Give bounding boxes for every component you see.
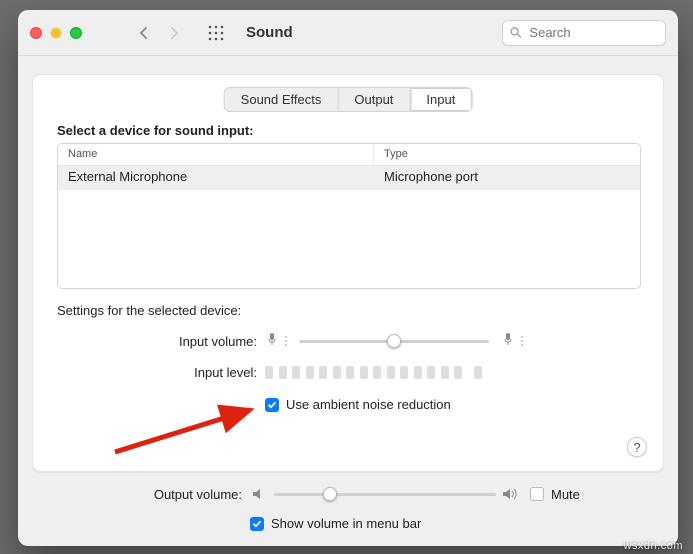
window-controls	[30, 27, 82, 39]
zoom-button[interactable]	[70, 27, 82, 39]
mute-checkbox[interactable]	[530, 487, 544, 501]
back-button[interactable]	[132, 21, 156, 45]
mic-high-icon	[501, 332, 515, 350]
titlebar: Sound	[18, 10, 678, 56]
input-level-label: Input level:	[33, 365, 265, 380]
output-volume-slider[interactable]	[274, 484, 496, 504]
input-level-meter	[265, 366, 482, 379]
system-preferences-window: Sound Sound Effects Output Input Select …	[18, 10, 678, 546]
device-name: External Microphone	[58, 166, 374, 190]
watermark: wsxdn.com	[623, 540, 683, 552]
close-button[interactable]	[30, 27, 42, 39]
sound-panel: Sound Effects Output Input Select a devi…	[32, 74, 664, 472]
forward-button[interactable]	[162, 21, 186, 45]
window-title: Sound	[246, 24, 293, 41]
noise-reduction-checkbox[interactable]	[265, 398, 279, 412]
mute-label: Mute	[551, 487, 580, 502]
search-icon	[510, 26, 521, 39]
sound-tabs: Sound Effects Output Input	[224, 87, 473, 112]
help-button[interactable]: ?	[627, 437, 647, 457]
speaker-low-icon	[250, 488, 268, 500]
column-type[interactable]: Type	[374, 144, 640, 165]
mic-low-icon	[265, 332, 279, 350]
tab-input[interactable]: Input	[410, 88, 471, 111]
tab-output[interactable]: Output	[338, 88, 410, 111]
tab-sound-effects[interactable]: Sound Effects	[225, 88, 339, 111]
device-type: Microphone port	[374, 166, 488, 190]
output-volume-label: Output volume:	[18, 487, 250, 502]
show-all-button[interactable]	[204, 21, 228, 45]
input-device-heading: Select a device for sound input:	[57, 123, 253, 138]
noise-reduction-label: Use ambient noise reduction	[286, 397, 451, 412]
show-volume-menubar-checkbox[interactable]	[250, 517, 264, 531]
speaker-high-icon	[502, 488, 520, 500]
show-volume-menubar-label: Show volume in menu bar	[271, 516, 421, 531]
column-name[interactable]: Name	[58, 144, 374, 165]
selected-device-heading: Settings for the selected device:	[57, 303, 241, 318]
table-row[interactable]: External Microphone Microphone port	[58, 166, 640, 190]
input-volume-label: Input volume:	[33, 334, 265, 349]
input-volume-slider[interactable]	[299, 331, 489, 351]
search-field[interactable]	[502, 20, 666, 46]
search-input[interactable]	[527, 24, 658, 41]
minimize-button[interactable]	[50, 27, 62, 39]
input-device-table: Name Type External Microphone Microphone…	[57, 143, 641, 289]
